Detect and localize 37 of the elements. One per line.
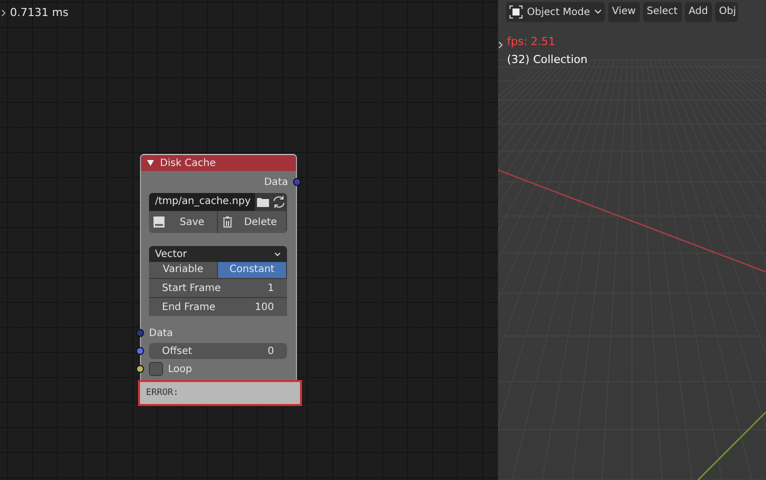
y-axis-line [697,411,766,480]
collection-label: (32) Collection [507,53,588,66]
menu-item[interactable]: Add [684,2,712,22]
object-mode-icon [509,5,523,19]
offset-field[interactable]: Offset 0 [149,343,287,359]
collapse-arrow-icon[interactable] [147,160,154,166]
error-message: ERROR: [138,380,302,406]
menu-item[interactable]: View [608,2,640,22]
input-socket[interactable] [136,329,144,337]
node-title: Disk Cache [160,158,216,168]
number-field[interactable]: End Frame 100 [149,297,287,316]
output-socket[interactable] [293,178,301,186]
input-socket[interactable] [136,347,144,355]
menu-item[interactable]: Obj [714,2,738,22]
chevron-right-icon[interactable] [0,8,8,18]
node-header[interactable]: Disk Cache [141,155,296,171]
timing-label: 0.7131 ms [10,6,68,19]
trash-icon [222,216,233,228]
folder-icon[interactable] [255,195,271,209]
mode-dropdown[interactable]: Object Mode [506,2,605,22]
checkbox-label: Loop [168,364,192,374]
checkbox[interactable] [149,362,163,376]
menu-item[interactable]: Select [642,2,682,22]
input-socket[interactable] [136,365,144,373]
path-field[interactable]: /tmp/an_cache.npy [149,193,255,211]
mode-option[interactable]: Constant [218,262,287,278]
chevron-right-icon[interactable] [498,40,504,50]
number-field[interactable]: Start Frame 1 [149,278,287,297]
type-dropdown[interactable]: Vector [149,246,287,262]
save-button[interactable]: Save [149,211,218,233]
fps-label: fps: 2.51 [507,35,556,48]
socket-label: Data [149,328,173,338]
chevron-down-icon [274,252,281,256]
refresh-icon[interactable] [271,195,287,209]
chevron-down-icon [594,9,602,15]
socket-label: Data [264,176,288,188]
mode-option[interactable]: Variable [149,262,218,278]
